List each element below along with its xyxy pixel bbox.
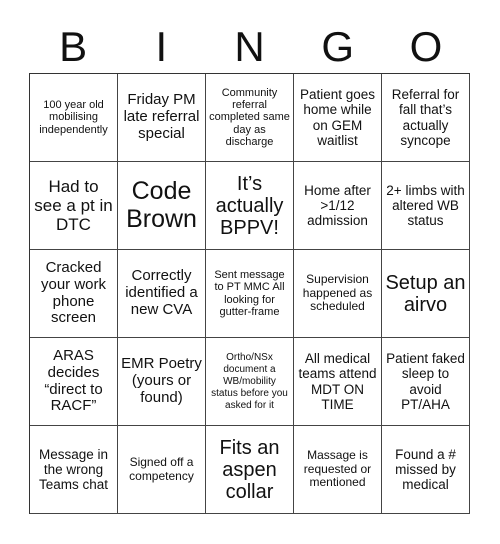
bingo-cell[interactable]: Ortho/NSx document a WB/mobility status … xyxy=(206,338,294,426)
bingo-cell[interactable]: It’s actually BPPV! xyxy=(206,162,294,250)
bingo-cell[interactable]: 2+ limbs with altered WB status xyxy=(382,162,470,250)
bingo-board: 100 year old mobilising independently Fr… xyxy=(29,73,470,514)
bingo-cell[interactable]: Supervision happened as scheduled xyxy=(294,250,382,338)
bingo-header: B I N G O xyxy=(29,22,470,72)
bingo-cell[interactable]: Signed off a competency xyxy=(118,426,206,514)
header-letter-o: O xyxy=(409,23,443,70)
bingo-cell[interactable]: Patient goes home while on GEM waitlist xyxy=(294,74,382,162)
bingo-cell[interactable]: Setup an airvo xyxy=(382,250,470,338)
bingo-cell[interactable]: EMR Poetry (yours or found) xyxy=(118,338,206,426)
bingo-cell[interactable]: Referral for fall that’s actually syncop… xyxy=(382,74,470,162)
bingo-cell[interactable]: Found a # missed by medical xyxy=(382,426,470,514)
bingo-cell[interactable]: Fits an aspen collar xyxy=(206,426,294,514)
bingo-cell[interactable]: Massage is requested or mentioned xyxy=(294,426,382,514)
bingo-cell[interactable]: 100 year old mobilising independently xyxy=(30,74,118,162)
header-letter-n: N xyxy=(234,23,265,70)
bingo-cell[interactable]: Cracked your work phone screen xyxy=(30,250,118,338)
bingo-cell[interactable]: Friday PM late referral special xyxy=(118,74,206,162)
header-letter-g: G xyxy=(321,23,355,70)
bingo-cell[interactable]: Code Brown xyxy=(118,162,206,250)
bingo-cell[interactable]: Correctly identified a new CVA xyxy=(118,250,206,338)
bingo-cell[interactable]: Had to see a pt in DTC xyxy=(30,162,118,250)
bingo-cell[interactable]: Home after >1/12 admission xyxy=(294,162,382,250)
bingo-cell[interactable]: Community referral completed same day as… xyxy=(206,74,294,162)
bingo-cell[interactable]: Patient faked sleep to avoid PT/AHA xyxy=(382,338,470,426)
bingo-cell[interactable]: ARAS decides “direct to RACF” xyxy=(30,338,118,426)
bingo-cell[interactable]: Message in the wrong Teams chat xyxy=(30,426,118,514)
header-letter-i: I xyxy=(155,23,168,70)
bingo-cell[interactable]: All medical teams attend MDT ON TIME xyxy=(294,338,382,426)
header-letter-b: B xyxy=(59,23,88,70)
bingo-cell[interactable]: Sent message to PT MMC All looking for g… xyxy=(206,250,294,338)
